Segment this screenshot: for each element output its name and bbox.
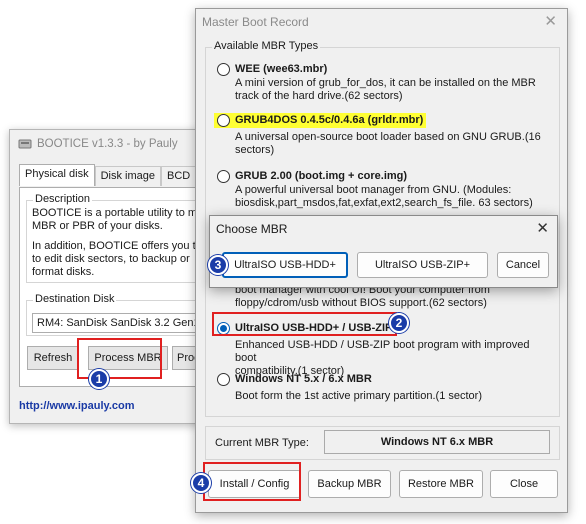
mbr-option-grub2[interactable]: GRUB 2.00 (boot.img + core.img) A powerf… <box>217 168 547 210</box>
destination-disk-legend: Destination Disk <box>33 293 117 305</box>
mbr-option-windows-nt[interactable]: Windows NT 5.x / 6.x MBR Boot form the 1… <box>217 371 547 403</box>
bootice-app-icon <box>18 139 32 149</box>
mbr-option-desc: track of the hard drive.(62 sectors) <box>235 90 403 102</box>
choose-mbr-title: Choose MBR <box>216 222 288 236</box>
restore-mbr-button[interactable]: Restore MBR <box>399 470 483 498</box>
backup-mbr-button[interactable]: Backup MBR <box>308 470 391 498</box>
choose-mbr-dialog: Choose MBR ✕ UltraISO USB-HDD+ UltraISO … <box>209 215 558 288</box>
available-mbr-types-legend: Available MBR Types <box>212 40 321 52</box>
destination-disk-group: Destination Disk RM4: SanDisk SanDisk 3.… <box>26 293 212 336</box>
annotation-box-ultraiso-option <box>212 312 397 336</box>
description-legend: Description <box>33 193 93 205</box>
mbr-option-name: GRUB4DOS 0.4.5c/0.4.6a (grldr.mbr) <box>235 114 424 126</box>
step-marker-1: 1 <box>89 369 109 389</box>
bootice-titlebar: BOOTICE v1.3.3 - by Pauly <box>10 130 208 158</box>
tab-physical-disk[interactable]: Physical disk <box>19 164 95 186</box>
radio-button[interactable] <box>217 62 230 76</box>
destination-disk-select[interactable]: RM4: SanDisk SanDisk 3.2 Gen1 (6 <box>32 313 212 333</box>
current-mbr-group: Current MBR Type: Windows NT 6.x MBR <box>205 426 560 460</box>
mbr-option-desc: Enhanced USB-HDD / USB-ZIP boot program … <box>235 339 530 364</box>
highlighted-option: GRUB4DOS 0.4.5c/0.4.6a (grldr.mbr) <box>214 112 427 128</box>
radio-button[interactable] <box>217 169 230 183</box>
mbr-option-name: WEE (wee63.mbr) <box>235 63 328 75</box>
current-mbr-label: Current MBR Type: <box>215 437 309 449</box>
mbr-option-desc: floppy/cdrom/usb without BIOS support.(6… <box>235 297 487 309</box>
ultraiso-usb-hdd-button[interactable]: UltraISO USB-HDD+ <box>222 252 348 278</box>
close-icon[interactable]: ✕ <box>544 12 557 32</box>
current-mbr-value: Windows NT 6.x MBR <box>324 430 550 454</box>
annotation-box-install-config <box>203 462 301 501</box>
mbr-option-desc: sectors) <box>235 144 275 156</box>
bootice-window: BOOTICE v1.3.3 - by Pauly Physical disk … <box>9 129 212 424</box>
description-line: format disks. <box>32 266 95 278</box>
mbr-titlebar: Master Boot Record ✕ <box>196 9 567 35</box>
mbr-option-name: Windows NT 5.x / 6.x MBR <box>235 373 372 385</box>
close-button[interactable]: Close <box>490 470 558 498</box>
radio-button[interactable] <box>217 113 230 127</box>
tab-bcd[interactable]: BCD <box>160 166 197 186</box>
refresh-button[interactable]: Refresh <box>27 346 79 370</box>
mbr-option-desc: A universal open-source boot loader base… <box>235 131 541 143</box>
description-line: In addition, BOOTICE offers you t <box>32 240 196 252</box>
mbr-option-wee[interactable]: WEE (wee63.mbr) A mini version of grub_f… <box>217 61 547 103</box>
bootice-tabs: Physical disk Disk image BCD <box>19 164 197 186</box>
mbr-option-desc: Boot form the 1st active primary partiti… <box>235 390 482 402</box>
mbr-option-desc: A powerful universal boot manager from G… <box>235 184 512 196</box>
bootice-title: BOOTICE v1.3.3 - by Pauly <box>37 138 178 150</box>
cancel-button[interactable]: Cancel <box>497 252 549 278</box>
description-line: to edit disk sectors, to backup or <box>32 253 190 265</box>
description-group: Description BOOTICE is a portable utilit… <box>26 193 211 283</box>
description-line: MBR or PBR of your disks. <box>32 220 163 232</box>
radio-button[interactable] <box>217 372 230 386</box>
step-marker-4: 4 <box>191 473 211 493</box>
mbr-option-desc: biosdisk,part_msdos,fat,exfat,ext2,searc… <box>235 197 533 209</box>
ultraiso-usb-zip-button[interactable]: UltraISO USB-ZIP+ <box>357 252 488 278</box>
mbr-option-name: GRUB 2.00 (boot.img + core.img) <box>235 170 408 182</box>
step-marker-3: 3 <box>208 255 228 275</box>
mbr-option-desc: A mini version of grub_for_dos, it can b… <box>235 77 536 89</box>
tab-disk-image[interactable]: Disk image <box>94 166 161 186</box>
step-marker-2: 2 <box>389 313 409 333</box>
mbr-option-grub4dos[interactable]: GRUB4DOS 0.4.5c/0.4.6a (grldr.mbr) A uni… <box>214 112 547 157</box>
close-icon[interactable]: ✕ <box>536 219 549 237</box>
mbr-window-title: Master Boot Record <box>202 15 309 29</box>
description-line: BOOTICE is a portable utility to ma <box>32 207 204 219</box>
website-link[interactable]: http://www.ipauly.com <box>19 400 135 412</box>
